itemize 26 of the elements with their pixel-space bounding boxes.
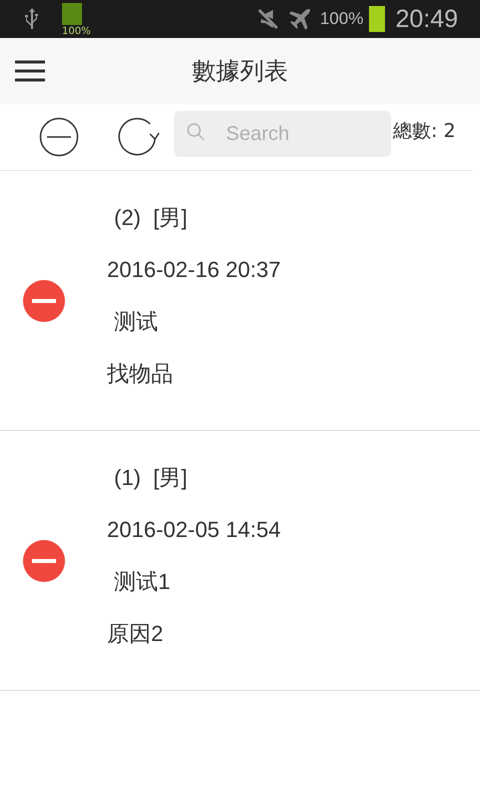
menu-icon[interactable]	[14, 59, 46, 83]
battery-level: 100%	[62, 26, 91, 37]
record-reason: 原因2	[107, 620, 164, 648]
battery-icon	[369, 6, 386, 32]
record-item[interactable]: (2) [男] 2016-02-16 20:37 测试 找物品	[0, 171, 480, 431]
search-field[interactable]: Search	[174, 111, 391, 157]
record-item[interactable]: (1) [男] 2016-02-05 14:54 测试1 原因2	[0, 431, 480, 691]
clock: 20:49	[395, 4, 458, 34]
search-icon	[186, 122, 206, 142]
record-datetime: 2016-02-16 20:37	[107, 256, 281, 284]
mute-icon	[256, 7, 280, 31]
refresh-icon[interactable]	[116, 117, 160, 157]
remove-icon[interactable]	[39, 117, 79, 157]
record-title: (2) [男]	[113, 204, 188, 232]
total-count: 總數: 2	[393, 119, 456, 144]
record-title: (1) [男]	[113, 464, 188, 492]
usb-icon	[24, 7, 40, 31]
battery-icon	[62, 3, 82, 25]
page-title: 數據列表	[192, 56, 288, 87]
delete-icon[interactable]	[23, 280, 65, 322]
record-datetime: 2016-02-05 14:54	[107, 516, 281, 544]
record-note: 测试1	[113, 568, 172, 596]
delete-icon[interactable]	[23, 540, 65, 582]
record-reason: 找物品	[107, 360, 174, 388]
record-note: 测试	[113, 308, 159, 336]
battery-percent: 100%	[320, 9, 364, 29]
